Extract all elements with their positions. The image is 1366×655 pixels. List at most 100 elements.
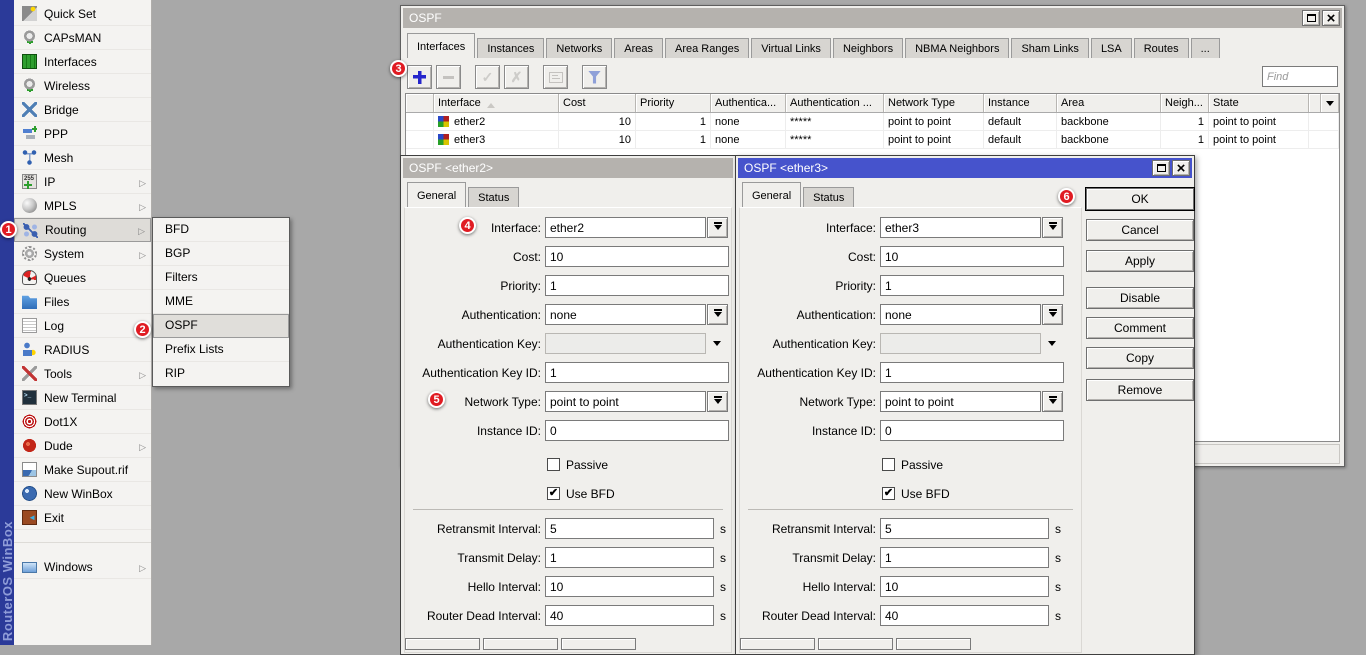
maximize-button[interactable] [1302,10,1320,26]
ether3-interface-input[interactable] [880,217,1041,238]
filter-button[interactable] [582,65,607,89]
disable-button[interactable]: Disable [1086,287,1194,309]
column-chooser-button[interactable] [1321,94,1339,112]
ether2-interface-input[interactable] [545,217,706,238]
ether3-network-type-input[interactable] [880,391,1041,412]
ether3-transmit-delay-input[interactable] [880,547,1049,568]
ether3-retransmit-interval-input[interactable] [880,518,1049,539]
column-interface[interactable]: Interface [434,94,559,112]
interface-dropdown-button[interactable] [707,217,728,238]
column-cost[interactable]: Cost [559,94,636,112]
tab-sham-links[interactable]: Sham Links [1011,38,1088,58]
sidebar-item-log[interactable]: Log [14,314,151,338]
clipped-bottom-button[interactable] [483,638,558,650]
sidebar-item-new-winbox[interactable]: New WinBox [14,482,151,506]
expand-triangle-icon[interactable] [1048,341,1056,350]
network-type-dropdown-button[interactable] [707,391,728,412]
ether3-use-bfd-checkbox[interactable]: ✔ [882,487,895,500]
tab-virtual-links[interactable]: Virtual Links [751,38,831,58]
submenu-item-bfd[interactable]: BFD [153,218,289,242]
ok-button[interactable]: OK [1086,188,1194,210]
sidebar-item-exit[interactable]: Exit [14,506,151,530]
tab-instances[interactable]: Instances [477,38,544,58]
add-button[interactable] [407,65,432,89]
submenu-item-rip[interactable]: RIP [153,362,289,386]
comment-button[interactable]: Comment [1086,317,1194,339]
submenu-item-mme[interactable]: MME [153,290,289,314]
table-row-ether3[interactable]: ether3 10 1 none ***** point to point de… [406,131,1339,149]
network-type-dropdown-button[interactable] [1042,391,1063,412]
copy-button[interactable]: Copy [1086,347,1194,369]
sidebar-item-radius[interactable]: RADIUS [14,338,151,362]
sidebar-item-interfaces[interactable]: Interfaces [14,50,151,74]
ether3-priority-input[interactable] [880,275,1064,296]
ether2-router-dead-interval-input[interactable] [545,605,714,626]
clipped-bottom-button[interactable] [561,638,636,650]
sidebar-item-files[interactable]: Files [14,290,151,314]
ether2-passive-checkbox[interactable] [547,458,560,471]
ospf-window-titlebar[interactable]: OSPF [403,8,1342,28]
sidebar-item-mesh[interactable]: Mesh [14,146,151,170]
ether3-dialog-titlebar[interactable]: OSPF <ether3> [738,158,1192,178]
column-instance[interactable]: Instance [984,94,1057,112]
ether2-authentication-key-id-input[interactable] [545,362,729,383]
sidebar-item-system[interactable]: System [14,242,151,266]
tab-lsa[interactable]: LSA [1091,38,1132,58]
clipped-bottom-button[interactable] [740,638,815,650]
ether3-instance-id-input[interactable] [880,420,1064,441]
disable-button[interactable] [504,65,529,89]
close-button[interactable] [1172,160,1190,176]
sidebar-item-routing[interactable]: Routing [14,218,151,242]
ether3-tab-general[interactable]: General [742,182,801,207]
authentication-dropdown-button[interactable] [1042,304,1063,325]
ether2-use-bfd-checkbox[interactable]: ✔ [547,487,560,500]
tab-areas[interactable]: Areas [614,38,663,58]
clipped-bottom-button[interactable] [818,638,893,650]
enable-button[interactable] [475,65,500,89]
sidebar-item-queues[interactable]: Queues [14,266,151,290]
ether3-cost-input[interactable] [880,246,1064,267]
close-button[interactable] [1322,10,1340,26]
ether2-network-type-input[interactable] [545,391,706,412]
clipped-bottom-button[interactable] [405,638,480,650]
column-authentication-key[interactable]: Authentication ... [786,94,884,112]
cancel-button[interactable]: Cancel [1086,219,1194,241]
column-state[interactable]: State [1209,94,1309,112]
ether3-authentication-key-id-input[interactable] [880,362,1064,383]
tab-more[interactable]: ... [1191,38,1220,58]
column-flags[interactable] [406,94,434,112]
remove-button[interactable] [436,65,461,89]
comment-button[interactable] [543,65,568,89]
ether2-retransmit-interval-input[interactable] [545,518,714,539]
ether2-transmit-delay-input[interactable] [545,547,714,568]
sidebar-item-mpls[interactable]: MPLS [14,194,151,218]
sidebar-item-wireless[interactable]: Wireless [14,74,151,98]
ether2-authentication-input[interactable] [545,304,706,325]
sidebar-item-dot1x[interactable]: Dot1X [14,410,151,434]
maximize-button[interactable] [1152,160,1170,176]
clipped-bottom-button[interactable] [896,638,971,650]
ether2-priority-input[interactable] [545,275,729,296]
sidebar-item-capsman[interactable]: CAPsMAN [14,26,151,50]
submenu-item-filters[interactable]: Filters [153,266,289,290]
ether2-cost-input[interactable] [545,246,729,267]
ether2-dialog-titlebar[interactable]: OSPF <ether2> [403,158,733,178]
ether2-hello-interval-input[interactable] [545,576,714,597]
tab-routes[interactable]: Routes [1134,38,1189,58]
sidebar-item-windows[interactable]: Windows [14,555,151,579]
column-authentication[interactable]: Authentica... [711,94,786,112]
column-neighbors[interactable]: Neigh... [1161,94,1209,112]
ether3-authentication-input[interactable] [880,304,1041,325]
authentication-dropdown-button[interactable] [707,304,728,325]
sidebar-item-bridge[interactable]: Bridge [14,98,151,122]
column-network-type[interactable]: Network Type [884,94,984,112]
sidebar-item-ip[interactable]: IP [14,170,151,194]
sidebar-item-tools[interactable]: Tools [14,362,151,386]
ether3-tab-status[interactable]: Status [803,187,854,207]
sidebar-item-quick-set[interactable]: Quick Set [14,2,151,26]
sidebar-item-dude[interactable]: Dude [14,434,151,458]
tab-neighbors[interactable]: Neighbors [833,38,903,58]
tab-area-ranges[interactable]: Area Ranges [665,38,749,58]
ether2-tab-general[interactable]: General [407,182,466,207]
table-row-ether2[interactable]: ether2 10 1 none ***** point to point de… [406,113,1339,131]
